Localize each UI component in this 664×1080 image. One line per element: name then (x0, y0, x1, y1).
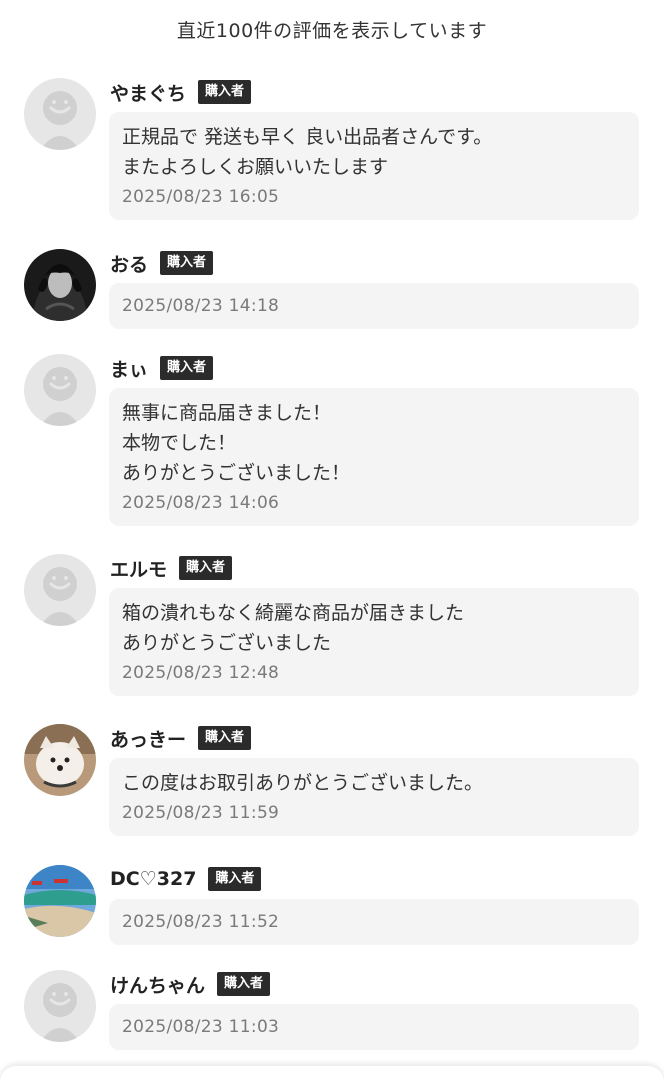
review-date: 2025/08/23 14:06 (122, 493, 280, 513)
beach-photo-avatar-icon[interactable] (24, 865, 96, 937)
reviewer-name[interactable]: あっきー (110, 725, 186, 752)
buyer-badge: 購入者 (217, 972, 271, 996)
reviewer-name-row: あっきー 購入者 (110, 724, 252, 752)
reviewer-name-row: エルモ 購入者 (110, 554, 233, 582)
default-avatar-icon[interactable] (24, 354, 96, 426)
reviewer-name-row: けんちゃん 購入者 (110, 970, 271, 998)
reviewer-name[interactable]: やまぐち (110, 79, 186, 106)
default-avatar-icon[interactable] (24, 970, 96, 1042)
anime-character-avatar-icon[interactable] (24, 249, 96, 321)
review-date: 2025/08/23 14:18 (122, 296, 280, 316)
review-comment: 無事に商品届きました！ 本物でした！ ありがとうございました！ (122, 402, 351, 484)
review-list-page: 直近100件の評価を表示しています やまぐち 購入者 正規品で 発送も早く 良い… (0, 0, 664, 1080)
review-bubble: この度はお取引ありがとうございました。 2025/08/23 11:59 (109, 758, 639, 836)
default-avatar-icon[interactable] (24, 78, 96, 150)
review-date: 2025/08/23 11:03 (122, 1017, 280, 1037)
review-bubble: 2025/08/23 11:52 (109, 899, 639, 945)
reviewer-name[interactable]: DC♡327 (110, 868, 196, 890)
dog-photo-avatar-icon[interactable] (24, 724, 96, 796)
review-bubble: 2025/08/23 11:03 (109, 1004, 639, 1050)
reviewer-name[interactable]: エルモ (110, 555, 167, 582)
reviewer-name-row: DC♡327 購入者 (110, 865, 262, 893)
review-bubble: 2025/08/23 14:18 (109, 283, 639, 329)
reviewer-name-row: まぃ 購入者 (110, 354, 214, 382)
reviewer-name-row: やまぐち 購入者 (110, 78, 252, 106)
buyer-badge: 購入者 (160, 356, 214, 380)
reviewer-name-row: おる 購入者 (110, 249, 214, 277)
reviewer-name[interactable]: けんちゃん (110, 971, 205, 998)
review-date: 2025/08/23 16:05 (122, 187, 280, 207)
buyer-badge: 購入者 (198, 80, 252, 104)
reviewer-name[interactable]: おる (110, 250, 148, 277)
review-bubble: 正規品で 発送も早く 良い出品者さんです。 またよろしくお願いいたします 202… (109, 112, 639, 220)
review-bubble: 箱の潰れもなく綺麗な商品が届きました ありがとうございました 2025/08/2… (109, 588, 639, 696)
review-comment: この度はお取引ありがとうございました。 (122, 772, 484, 794)
buyer-badge: 購入者 (198, 726, 252, 750)
review-date: 2025/08/23 11:52 (122, 912, 280, 932)
bottom-sheet-edge (0, 1066, 664, 1080)
review-date: 2025/08/23 11:59 (122, 803, 280, 823)
buyer-badge: 購入者 (179, 556, 233, 580)
review-comment: 箱の潰れもなく綺麗な商品が届きました ありがとうございました (122, 602, 465, 654)
buyer-badge: 購入者 (208, 867, 262, 891)
recent-reviews-notice: 直近100件の評価を表示しています (176, 20, 488, 42)
reviewer-name[interactable]: まぃ (110, 355, 148, 382)
review-comment: 正規品で 発送も早く 良い出品者さんです。 またよろしくお願いいたします (122, 126, 493, 178)
review-date: 2025/08/23 12:48 (122, 663, 280, 683)
default-avatar-icon[interactable] (24, 554, 96, 626)
buyer-badge: 購入者 (160, 251, 214, 275)
review-bubble: 無事に商品届きました！ 本物でした！ ありがとうございました！ 2025/08/… (109, 388, 639, 526)
